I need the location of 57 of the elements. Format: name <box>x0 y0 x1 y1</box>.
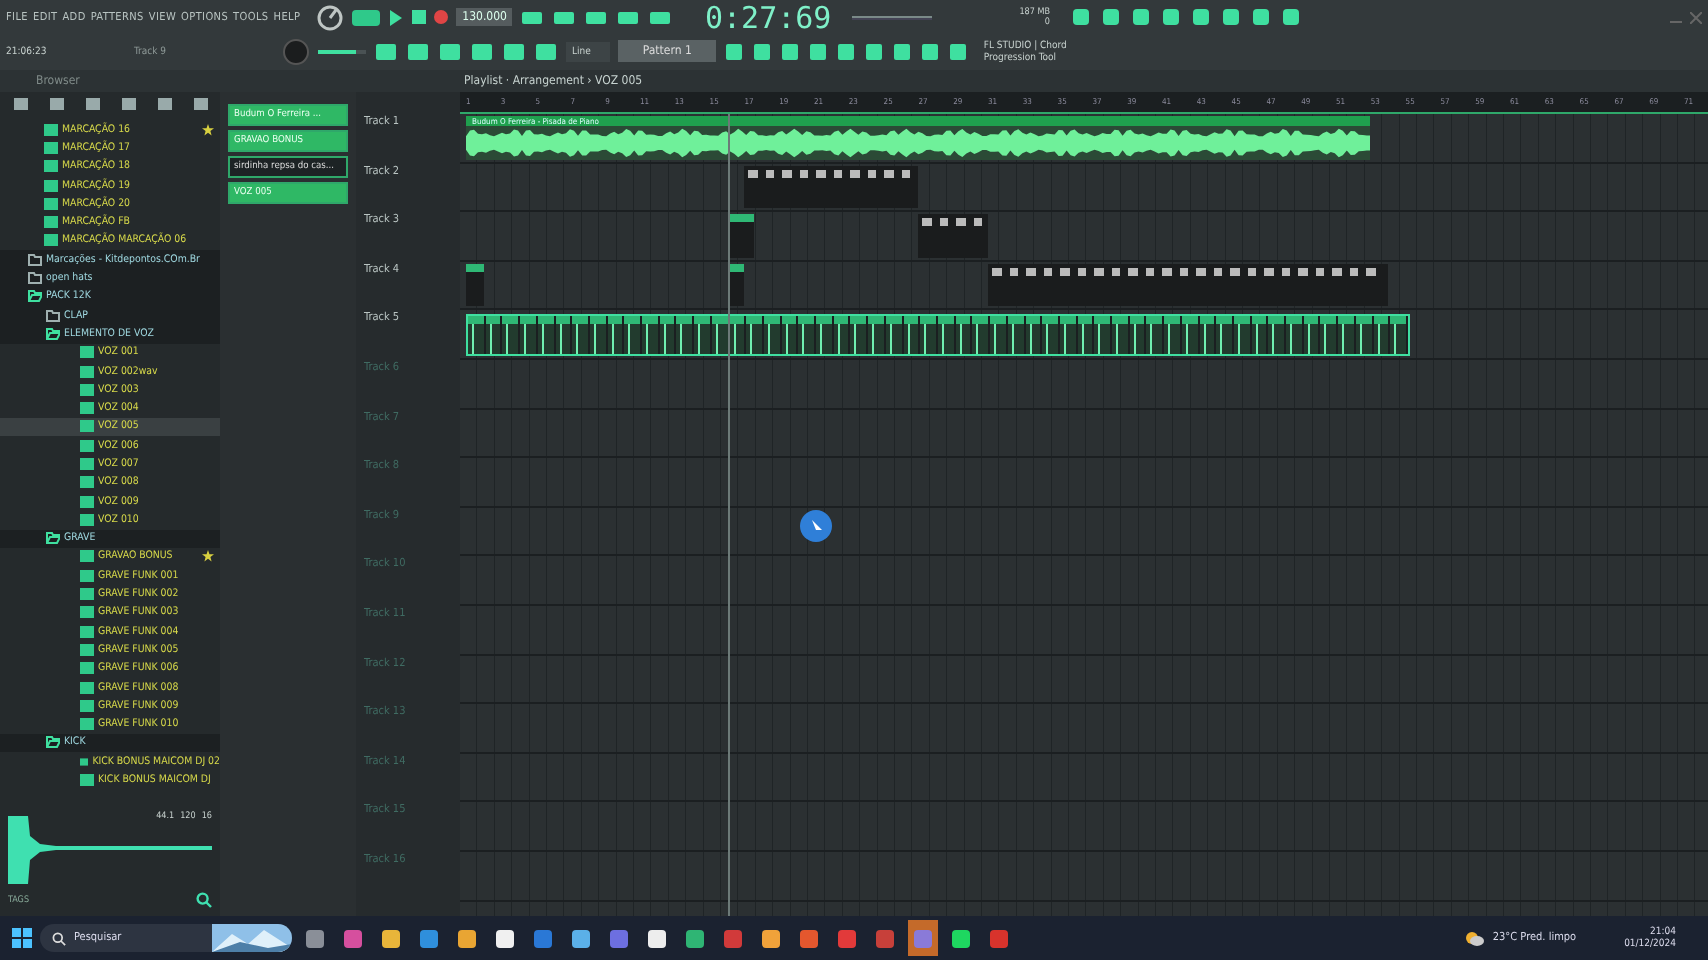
pattern-clip[interactable] <box>988 263 1389 307</box>
track-lane[interactable] <box>460 261 1708 311</box>
toolbar-icon[interactable] <box>779 41 800 61</box>
knob-icon[interactable] <box>316 3 345 31</box>
pattern-clip[interactable] <box>744 165 919 209</box>
star-icon <box>202 123 214 136</box>
toolbar-icon[interactable] <box>947 41 968 61</box>
sample-clip[interactable] <box>466 263 484 307</box>
toolbar-icon[interactable] <box>616 7 641 27</box>
track-lane[interactable] <box>460 163 1708 213</box>
search-icon <box>52 931 66 945</box>
track-lane[interactable] <box>460 310 1708 360</box>
stop-icon[interactable] <box>412 10 427 24</box>
loop-clip[interactable] <box>466 314 1410 356</box>
sample-clip[interactable] <box>727 214 754 258</box>
toolbar-icon[interactable] <box>835 41 856 61</box>
open-folder-icon <box>46 532 60 545</box>
toolbar-icon[interactable] <box>751 41 772 61</box>
toolbar-icon[interactable] <box>1280 6 1302 28</box>
mouse-cursor-icon <box>800 510 832 542</box>
toolbar-icon[interactable] <box>1130 6 1152 28</box>
folder-icon <box>46 309 60 322</box>
toolbar-icon[interactable] <box>552 7 577 27</box>
toolbar-icon[interactable] <box>502 41 526 61</box>
pattern-clip[interactable] <box>918 214 988 258</box>
toolbar-icon[interactable] <box>648 7 673 27</box>
windows-start-icon[interactable] <box>12 928 32 948</box>
open-folder-icon <box>46 736 60 749</box>
play-icon[interactable] <box>388 9 405 25</box>
song-mode-toggle[interactable] <box>352 9 381 25</box>
toolbar-icon[interactable] <box>374 41 398 61</box>
toolbar-icon[interactable] <box>1160 6 1182 28</box>
open-folder-icon <box>46 327 60 340</box>
toolbar-icon[interactable] <box>1220 6 1242 28</box>
toolbar-icon[interactable] <box>863 41 884 61</box>
star-icon <box>202 550 214 563</box>
toolbar-icon[interactable] <box>584 7 609 27</box>
search-icon[interactable] <box>196 892 212 908</box>
open-folder-icon <box>28 290 42 303</box>
song-time: 0:27:69 <box>704 0 832 35</box>
playhead-line[interactable] <box>727 114 729 916</box>
toolbar-icon[interactable] <box>1250 6 1272 28</box>
weather-icon <box>1464 930 1485 946</box>
toolbar-icon[interactable] <box>1100 6 1122 28</box>
toolbar-icon[interactable] <box>470 41 494 61</box>
toolbar-icon[interactable] <box>534 41 558 61</box>
toolbar-icon[interactable] <box>891 41 912 61</box>
toolbar-icon[interactable] <box>406 41 430 61</box>
toolbar-icon[interactable] <box>520 7 545 27</box>
toolbar-icon[interactable] <box>1190 6 1212 28</box>
record-icon[interactable] <box>434 10 449 24</box>
toolbar-icon[interactable] <box>919 41 940 61</box>
toolbar-icon[interactable] <box>723 41 744 61</box>
toolbar-icon[interactable] <box>807 41 828 61</box>
toolbar-icon[interactable] <box>1070 6 1092 28</box>
toolbar-icon[interactable] <box>438 41 462 61</box>
track-lane[interactable] <box>460 212 1708 262</box>
